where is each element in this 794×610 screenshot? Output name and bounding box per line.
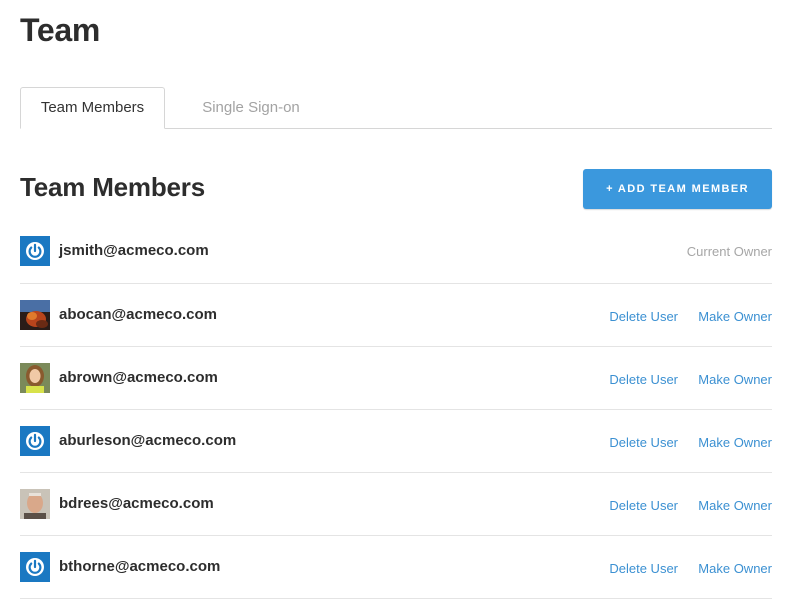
member-row: abrown@acmeco.com Delete User Make Owner bbox=[20, 347, 772, 410]
delete-user-link[interactable]: Delete User bbox=[609, 372, 678, 387]
power-logo-avatar bbox=[20, 236, 50, 266]
delete-user-link[interactable]: Delete User bbox=[609, 435, 678, 450]
photo-avatar bbox=[20, 300, 50, 330]
member-email: jsmith@acmeco.com bbox=[59, 242, 209, 259]
make-owner-link[interactable]: Make Owner bbox=[698, 435, 772, 450]
tab-team-members[interactable]: Team Members bbox=[20, 87, 165, 129]
delete-user-link[interactable]: Delete User bbox=[609, 561, 678, 576]
member-email: aburleson@acmeco.com bbox=[59, 432, 237, 449]
add-team-member-button[interactable]: + ADD TEAM MEMBER bbox=[583, 169, 772, 209]
member-row: bdrees@acmeco.com Delete User Make Owner bbox=[20, 473, 772, 536]
member-row: bthorne@acmeco.com Delete User Make Owne… bbox=[20, 536, 772, 599]
section-title: Team Members bbox=[20, 172, 205, 202]
team-page: Team Team Members Single Sign-on Team Me… bbox=[0, 0, 794, 610]
member-email: bthorne@acmeco.com bbox=[59, 558, 221, 575]
member-row: aburleson@acmeco.com Delete User Make Ow… bbox=[20, 410, 772, 473]
delete-user-link[interactable]: Delete User bbox=[609, 309, 678, 324]
member-email: abrown@acmeco.com bbox=[59, 369, 218, 386]
photo-avatar bbox=[20, 489, 50, 519]
member-list: jsmith@acmeco.com Current Owner abocan@a… bbox=[20, 220, 772, 599]
current-owner-label: Current Owner bbox=[686, 244, 772, 259]
photo-avatar bbox=[20, 363, 50, 393]
power-logo-avatar bbox=[20, 552, 50, 582]
make-owner-link[interactable]: Make Owner bbox=[698, 372, 772, 387]
member-row: abocan@acmeco.com Delete User Make Owner bbox=[20, 284, 772, 347]
tab-single-sign-on[interactable]: Single Sign-on bbox=[180, 87, 322, 129]
make-owner-link[interactable]: Make Owner bbox=[698, 561, 772, 576]
power-logo-avatar bbox=[20, 426, 50, 456]
make-owner-link[interactable]: Make Owner bbox=[698, 498, 772, 513]
member-email: bdrees@acmeco.com bbox=[59, 495, 214, 512]
member-email: abocan@acmeco.com bbox=[59, 306, 218, 323]
delete-user-link[interactable]: Delete User bbox=[609, 498, 678, 513]
member-row: jsmith@acmeco.com Current Owner bbox=[20, 220, 772, 284]
make-owner-link[interactable]: Make Owner bbox=[698, 309, 772, 324]
page-title: Team bbox=[20, 12, 101, 48]
tab-bar: Team Members Single Sign-on bbox=[20, 87, 772, 129]
